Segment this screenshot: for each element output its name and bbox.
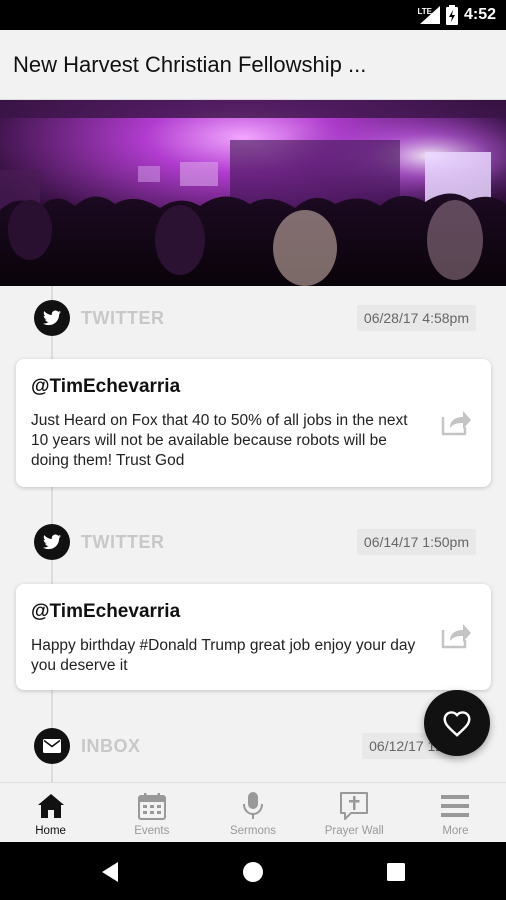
entry-date: 06/14/17 1:50pm [356,529,476,555]
status-bar: LTE 4:52 [0,0,506,30]
page-title: New Harvest Christian Fellowship ... [13,52,367,77]
nav-label: Home [35,825,66,837]
nav-label: More [442,825,469,837]
home-icon [35,790,67,822]
nav-item-more[interactable]: More [405,783,506,842]
home-circle-icon[interactable] [242,861,264,883]
nav-item-events[interactable]: Events [101,783,202,842]
feed-entry-header: TWITTER 06/14/17 1:50pm [0,522,506,562]
hero-image [0,100,506,286]
menu-icon [439,790,471,822]
twitter-bird-icon [34,300,70,336]
status-time: 4:52 [463,6,496,23]
tweet-text: Just Heard on Fox that 40 to 50% of all … [31,412,408,469]
signal-icon [419,6,440,24]
nav-label: Sermons [229,825,277,837]
share-icon[interactable] [439,620,473,650]
favorite-button[interactable] [424,690,490,756]
nav-item-home[interactable]: Home [0,783,101,842]
envelope-icon [34,728,70,764]
back-icon[interactable] [100,861,120,883]
tweet-card[interactable]: @TimEchevarria Just Heard on Fox that 40… [16,359,491,487]
heart-icon [443,710,471,737]
twitter-bird-icon [34,524,70,560]
system-nav-bar [0,842,506,900]
nav-label: Events [134,825,170,837]
prayer-wall-icon [338,790,370,822]
tweet-card[interactable]: @TimEchevarria Happy birthday #Donald Tr… [16,584,491,690]
nav-item-sermons[interactable]: Sermons [202,783,303,842]
recents-icon[interactable] [386,862,406,882]
tweet-text: Happy birthday #Donald Trump great job e… [31,637,416,674]
calendar-icon [136,790,168,822]
feed-entry-header: TWITTER 06/28/17 4:58pm [0,298,506,338]
nav-label: Prayer Wall [324,825,384,837]
entry-type-label: TWITTER [81,532,165,552]
battery-icon [445,5,458,25]
app-bar: New Harvest Christian Fellowship ... [0,30,506,100]
share-icon[interactable] [439,407,473,437]
tweet-username: @TimEchevarria [31,601,181,622]
entry-type-label: INBOX [81,736,141,756]
nav-item-prayer-wall[interactable]: Prayer Wall [304,783,405,842]
entry-date: 06/28/17 4:58pm [356,305,476,331]
microphone-icon [237,790,269,822]
tweet-username: @TimEchevarria [31,376,181,397]
entry-type-label: TWITTER [81,308,165,328]
bottom-nav: Home Events Sermons Prayer Wall More [0,782,506,842]
